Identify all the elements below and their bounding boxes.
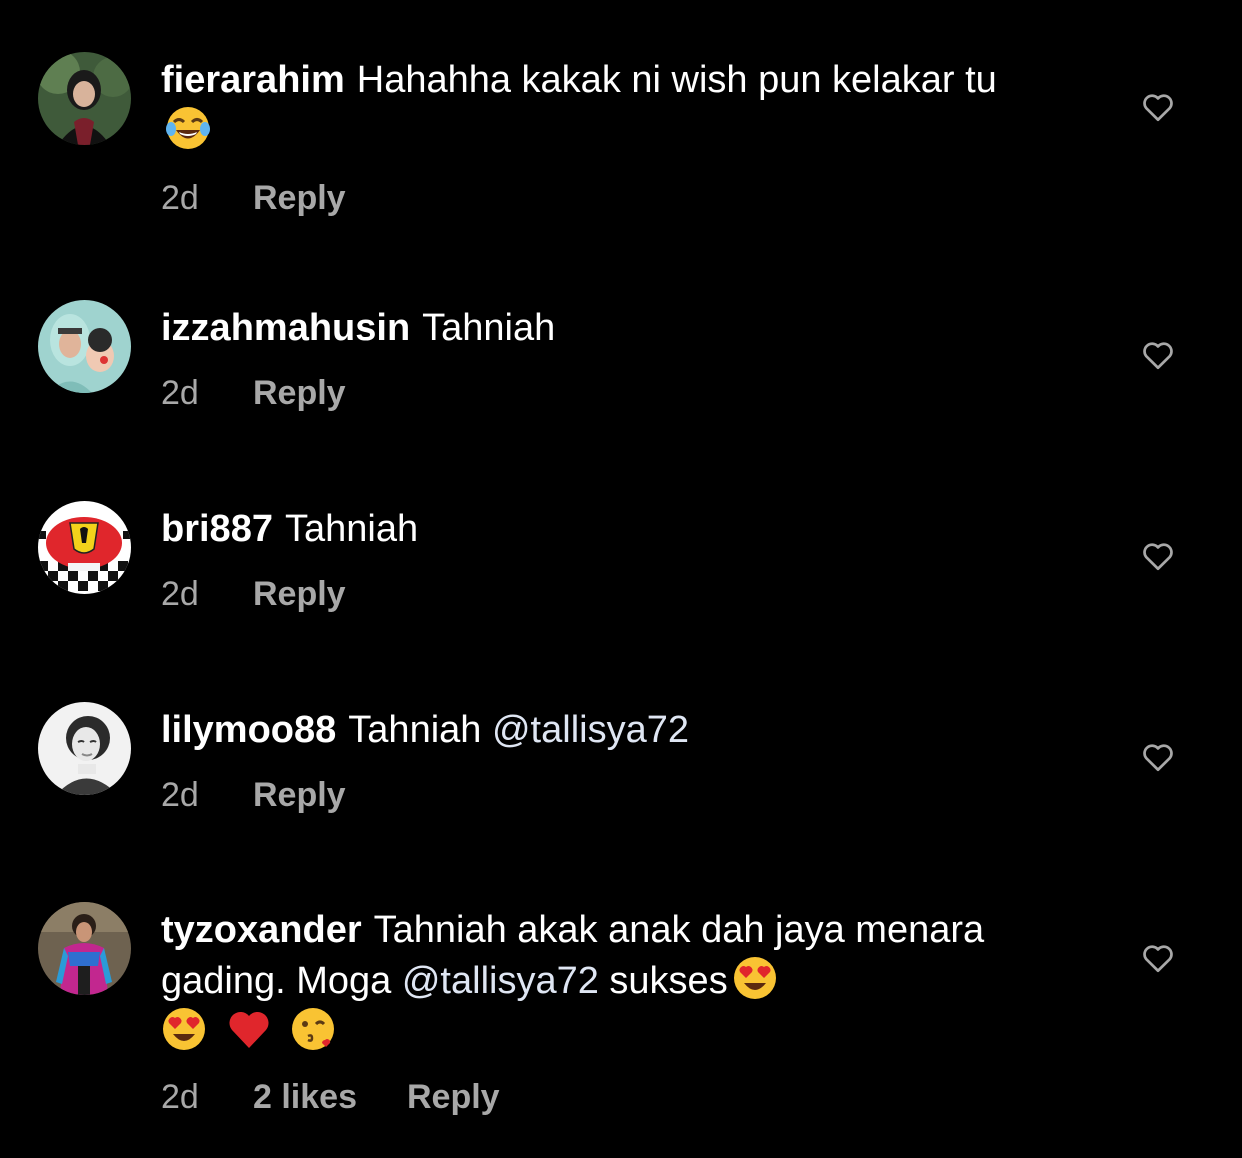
like-heart-icon[interactable] xyxy=(1140,940,1176,976)
comment-meta: 2d Reply xyxy=(161,373,1061,413)
comment-body: izzahmahusin Tahniah 2d Reply xyxy=(161,300,1061,413)
reply-button[interactable]: Reply xyxy=(253,373,346,413)
reply-button[interactable]: Reply xyxy=(253,178,346,218)
avatar[interactable] xyxy=(38,52,131,145)
comment-time: 2d xyxy=(161,374,199,412)
comment-message: Tahniah xyxy=(348,709,482,751)
likes-count[interactable]: 2 likes xyxy=(253,1077,357,1117)
comment-message-tail: sukses xyxy=(609,960,728,1002)
comment-text: tyzoxander Tahniah akak anak dah jaya men… xyxy=(161,902,1061,1057)
like-heart-icon[interactable] xyxy=(1140,89,1176,125)
comment-message: Hahahha kakak ni wish pun kelakar tu xyxy=(356,59,997,101)
like-heart-icon[interactable] xyxy=(1140,739,1176,775)
avatar[interactable] xyxy=(38,501,131,594)
like-heart-icon[interactable] xyxy=(1140,337,1176,373)
comment-meta: 2d 2 likes Reply xyxy=(161,1077,1061,1117)
mention-link[interactable]: @tallisya72 xyxy=(492,709,689,751)
reply-button[interactable]: Reply xyxy=(253,775,346,815)
comment-text: lilymoo88 Tahniah @tallisya72 xyxy=(161,702,1061,755)
username-link[interactable]: izzahmahusin xyxy=(161,307,410,349)
comment-meta: 2d Reply xyxy=(161,775,1061,815)
username-link[interactable]: lilymoo88 xyxy=(161,709,336,751)
red-heart-icon xyxy=(226,1006,272,1052)
like-heart-icon[interactable] xyxy=(1140,538,1176,574)
username-link[interactable]: bri887 xyxy=(161,508,273,550)
comment-body: bri887 Tahniah 2d Reply xyxy=(161,501,1061,614)
comment-text: fierarahim Hahahha kakak ni wish pun kela… xyxy=(161,52,1061,156)
heart-eyes-icon xyxy=(161,1006,207,1052)
face-with-tears-of-joy-icon xyxy=(165,105,211,151)
comment-text: bri887 Tahniah xyxy=(161,501,1061,554)
reply-button[interactable]: Reply xyxy=(407,1077,500,1117)
comment-message: Tahniah xyxy=(422,307,556,349)
comment-meta: 2d Reply xyxy=(161,574,1061,614)
comment-meta: 2d Reply xyxy=(161,178,1061,218)
comment-body: tyzoxander Tahniah akak anak dah jaya men… xyxy=(161,902,1061,1117)
comment-message: Tahniah xyxy=(284,508,419,550)
comment-text: izzahmahusin Tahniah xyxy=(161,300,1061,353)
comment-time: 2d xyxy=(161,179,199,217)
comment-body: fierarahim Hahahha kakak ni wish pun kela… xyxy=(161,52,1061,218)
mention-link[interactable]: @tallisya72 xyxy=(402,960,599,1002)
username-link[interactable]: tyzoxander xyxy=(161,909,362,951)
reply-button[interactable]: Reply xyxy=(253,574,346,614)
avatar[interactable] xyxy=(38,902,131,995)
comment-time: 2d xyxy=(161,776,199,814)
comment-body: lilymoo88 Tahniah @tallisya72 2d Reply xyxy=(161,702,1061,815)
comment-time: 2d xyxy=(161,575,199,613)
face-blowing-kiss-icon xyxy=(290,1006,336,1052)
heart-eyes-icon xyxy=(732,955,778,1001)
comment-time: 2d xyxy=(161,1078,199,1116)
username-link[interactable]: fierarahim xyxy=(161,59,345,101)
avatar[interactable] xyxy=(38,300,131,393)
avatar[interactable] xyxy=(38,702,131,795)
